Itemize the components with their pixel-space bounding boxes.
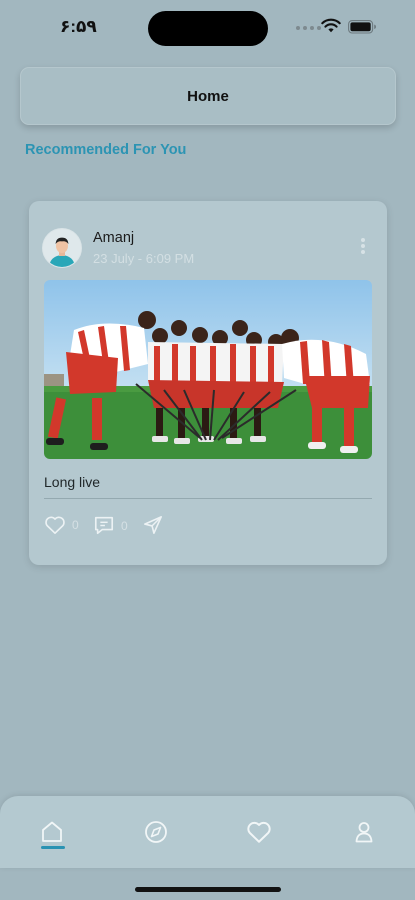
- comment-count: 0: [121, 518, 128, 533]
- avatar[interactable]: [43, 229, 81, 267]
- wifi-icon: [321, 18, 341, 33]
- battery-icon: [348, 20, 376, 34]
- team-photo: [44, 280, 372, 459]
- nav-profile[interactable]: [350, 818, 378, 846]
- nav-active-indicator: [41, 846, 65, 849]
- post-timestamp: 23 July - 6:09 PM: [93, 251, 195, 266]
- nav-likes[interactable]: [245, 818, 273, 846]
- post-image[interactable]: [44, 280, 372, 459]
- post-card[interactable]: Amanj 23 July - 6:09 PM Long live 0 0: [29, 201, 387, 565]
- bottom-navigation: [0, 796, 415, 868]
- divider: [44, 498, 372, 499]
- nav-explore[interactable]: [142, 818, 170, 846]
- comment-icon: [94, 516, 114, 535]
- send-icon: [144, 516, 162, 534]
- post-caption: Long live: [44, 474, 101, 490]
- heart-icon: [247, 821, 271, 843]
- compass-icon: [145, 821, 167, 843]
- nav-home[interactable]: [38, 818, 66, 846]
- heart-icon: [45, 516, 65, 534]
- section-title: Recommended For You: [25, 142, 187, 158]
- user-icon: [355, 822, 373, 843]
- page-title: Home: [187, 87, 229, 105]
- signal-dots-icon: [296, 26, 321, 30]
- status-bar: ۶:۵۹: [0, 0, 415, 56]
- home-icon: [42, 821, 62, 842]
- comment-button[interactable]: 0: [93, 515, 128, 536]
- home-indicator: [135, 887, 281, 892]
- header-bar: Home: [20, 67, 396, 125]
- more-options-icon[interactable]: [361, 238, 365, 254]
- status-time: ۶:۵۹: [60, 17, 97, 36]
- like-button[interactable]: 0: [44, 515, 79, 535]
- share-button[interactable]: [143, 515, 163, 535]
- user-avatar-icon: [43, 229, 81, 267]
- dynamic-island: [148, 11, 268, 46]
- like-count: 0: [72, 518, 79, 532]
- author-name[interactable]: Amanj: [93, 230, 134, 246]
